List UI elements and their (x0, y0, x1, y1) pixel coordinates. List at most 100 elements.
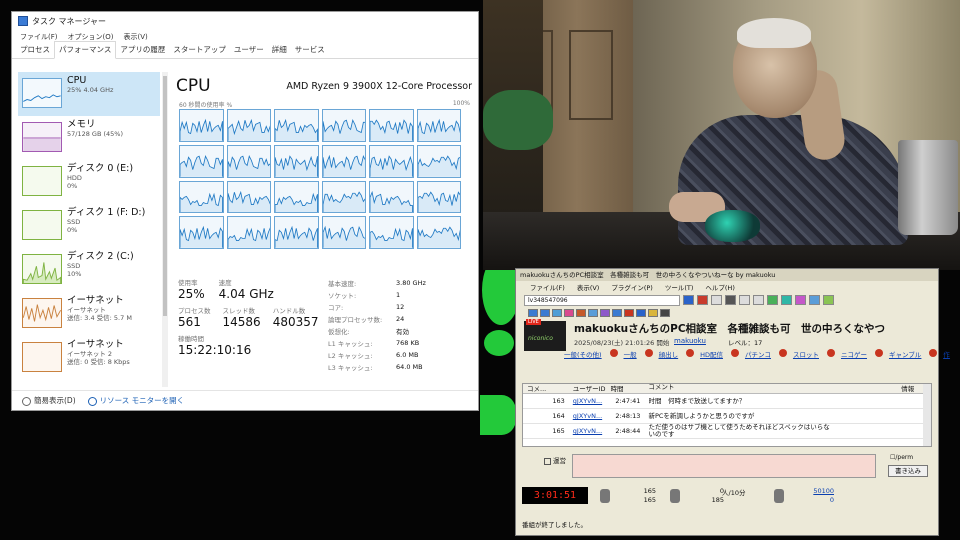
sidebar-item-ethernet-2[interactable]: イーサネット イーサネット 2 送信: 0 受信: 8 Kbps (18, 336, 160, 380)
plugin-icon[interactable] (600, 309, 610, 317)
menu-file[interactable]: ファイル(F) (20, 32, 58, 42)
tab-startup[interactable]: スタートアップ (169, 42, 230, 58)
toolbar-icon[interactable] (823, 295, 834, 305)
menu-options[interactable]: オプション(O) (68, 32, 114, 42)
comment-count-2: 165 (643, 496, 656, 504)
spec-value: 12 (396, 303, 405, 311)
plugin-icon[interactable] (528, 309, 538, 317)
sidebar-item-sub: イーサネット 2 (67, 350, 113, 358)
col-header-no[interactable]: コメ... (523, 384, 569, 393)
viewer-menu-view[interactable]: 表示(V) (577, 282, 600, 292)
comment-row[interactable]: 163 gJXYvN... 2:47:41 时間 何時まで放送してますか？ (523, 394, 931, 409)
comment-row[interactable]: 165 gJXYvN... 2:48:44 ただ使うのはサブ機として使うためそれほどス… (523, 424, 931, 439)
connect-icon[interactable] (683, 295, 694, 305)
comment-rows: 163 gJXYvN... 2:47:41 时間 何時まで放送してますか？ 164 gJX… (523, 394, 931, 439)
screen: タスク マネージャー ファイル(F) オプション(O) 表示(V) プロセス パ… (0, 0, 960, 540)
toolbar-icon[interactable] (753, 295, 764, 305)
program-tag[interactable]: パチンコ (745, 349, 771, 359)
plugin-icon[interactable] (612, 309, 622, 317)
plugin-icon[interactable] (564, 309, 574, 317)
tab-users[interactable]: ユーザー (230, 42, 268, 58)
viewer-menu-plugin[interactable]: プラグイン(P) (611, 282, 653, 292)
col-header-user-id[interactable]: ユーザーID (569, 384, 611, 393)
plugin-icon[interactable] (624, 309, 634, 317)
tab-services[interactable]: サービス (291, 42, 329, 58)
tab-processes[interactable]: プロセス (16, 42, 54, 58)
logical-processor-graph (321, 109, 366, 142)
points-value-2: 0 (829, 496, 834, 504)
comment-user-id[interactable]: gJXYvN... (569, 427, 611, 435)
cpu-mini-graph (22, 78, 62, 108)
program-tag[interactable]: ニコゲー (841, 349, 867, 359)
viewer-menu-tool[interactable]: ツール(T) (665, 282, 694, 292)
sidebar-item-disk1[interactable]: ディスク 1 (F: D:) SSD 0% (18, 204, 160, 248)
open-resource-monitor-link[interactable]: リソース モニターを開く (87, 395, 184, 406)
fewer-details-label: 簡易表示(D) (34, 396, 76, 405)
broadcaster-link[interactable]: makuoku (674, 337, 706, 345)
comment-user-id[interactable]: gJXYvN... (569, 412, 611, 420)
window-titlebar[interactable]: タスク マネージャー (12, 12, 478, 30)
program-id-input[interactable]: lv348547096 (524, 294, 680, 306)
toolbar-icon[interactable] (781, 295, 792, 305)
comment-row[interactable]: 164 gJXYvN... 2:48:13 新PCを新調しようかと思うのですが (523, 409, 931, 424)
scrollbar-thumb[interactable] (163, 76, 167, 316)
comment-scrollbar[interactable] (923, 384, 931, 446)
sidebar-item-sub: 0% (67, 182, 78, 190)
logical-processor-graph (416, 144, 461, 178)
sidebar-item-cpu[interactable]: CPU 25% 4.04 GHz (18, 72, 160, 116)
sidebar-item-disk2[interactable]: ディスク 2 (C:) SSD 10% (18, 248, 160, 292)
fewer-details-button[interactable]: 簡易表示(D) (22, 395, 76, 406)
col-header-info[interactable]: 情報 (831, 384, 931, 393)
points-value[interactable]: 50100 (794, 487, 834, 495)
comment-user-id[interactable]: gJXYvN... (569, 397, 611, 405)
program-tag[interactable]: 一般 (624, 349, 637, 359)
viewer-menu-bar: ファイル(F) 表示(V) プラグイン(P) ツール(T) ヘルプ(H) (516, 281, 938, 293)
program-tag[interactable]: HD配信 (700, 349, 723, 359)
plugin-icon[interactable] (636, 309, 646, 317)
program-tag[interactable]: ギャンブル (889, 349, 921, 359)
operator-checkbox[interactable]: 運営 (544, 455, 566, 465)
util-value: 25% (178, 287, 205, 301)
tab-details[interactable]: 詳細 (268, 42, 291, 58)
tab-performance[interactable]: パフォーマンス (54, 41, 117, 59)
toolbar-icon[interactable] (711, 295, 722, 305)
toolbar-icon[interactable] (739, 295, 750, 305)
plugin-icon[interactable] (576, 309, 586, 317)
spec-value: 64.0 MB (396, 363, 423, 371)
viewer-menu-file[interactable]: ファイル(F) (530, 282, 565, 292)
sidebar-item-sub: 送信: 3.4 受信: 5.7 M (67, 314, 132, 322)
program-tag[interactable]: スロット (793, 349, 819, 359)
disconnect-icon[interactable] (697, 295, 708, 305)
plugin-icon[interactable] (588, 309, 598, 317)
col-header-time[interactable]: 時間 (611, 384, 645, 393)
sidebar-item-disk0[interactable]: ディスク 0 (E:) HDD 0% (18, 160, 160, 204)
plugin-icon[interactable] (540, 309, 550, 317)
col-header-comment[interactable]: コメント (644, 384, 831, 393)
sidebar-item-ethernet-1[interactable]: イーサネット イーサネット 送信: 3.4 受信: 5.7 M (18, 292, 160, 336)
toolbar-icon[interactable] (795, 295, 806, 305)
toolbar-icon[interactable] (809, 295, 820, 305)
viewer-window-title[interactable]: makuokuさんちのPC相談室 各種雑談も可 世の中ろくなやついねーな by … (516, 269, 938, 281)
program-tag[interactable]: 作 (943, 349, 950, 359)
menu-view[interactable]: 表示(V) (123, 32, 147, 42)
program-tag[interactable]: 顔出し (659, 349, 679, 359)
perm-checkbox[interactable]: ☐/perm (890, 454, 913, 461)
viewer-menu-help[interactable]: ヘルプ(H) (705, 282, 734, 292)
toolbar-icon[interactable] (767, 295, 778, 305)
plugin-icon[interactable] (660, 309, 670, 317)
uptime-label: 稼働時間 (178, 335, 204, 343)
comment-grid: コメ... ユーザーID 時間 コメント 情報 163 gJXYvN... 2:47… (522, 383, 932, 447)
comment-time: 2:48:13 (615, 412, 641, 420)
post-comment-button[interactable]: 書き込み (888, 465, 928, 477)
tab-app-history[interactable]: アプリの履歴 (116, 42, 169, 58)
tag-lock-icon (778, 349, 787, 357)
sidebar-scrollbar[interactable] (162, 72, 168, 387)
program-tag[interactable]: 一般(その他) (564, 349, 602, 359)
plugin-icon[interactable] (648, 309, 658, 317)
memory-mini-graph (22, 122, 62, 152)
sidebar-item-memory[interactable]: メモリ 57/128 GB (45%) (18, 116, 160, 160)
plugin-icon[interactable] (552, 309, 562, 317)
toolbar-icon[interactable] (725, 295, 736, 305)
comment-textarea[interactable] (572, 454, 876, 478)
logical-processor-graph (179, 216, 224, 249)
